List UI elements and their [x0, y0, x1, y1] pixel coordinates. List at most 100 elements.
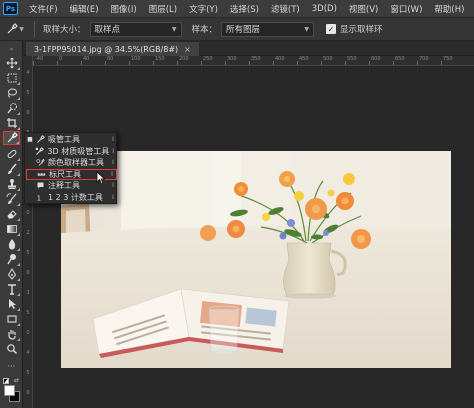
- marquee-tool[interactable]: [3, 71, 20, 85]
- menu-filter[interactable]: 滤镜(T): [265, 3, 306, 15]
- tool-preset-picker[interactable]: ▼: [4, 20, 26, 38]
- blur-tool[interactable]: [3, 237, 20, 251]
- submenu-indicator: [17, 188, 20, 191]
- ruler-tick-mark: [129, 61, 130, 65]
- sample-label: 样本：: [191, 25, 218, 35]
- foreground-color-swatch[interactable]: [4, 385, 15, 396]
- ruler-tick-mark: [441, 61, 442, 65]
- menu-file[interactable]: 文件(F): [23, 3, 64, 15]
- healing-brush-tool[interactable]: [3, 147, 20, 161]
- collapse-toolbar-icon[interactable]: »: [3, 45, 20, 53]
- document-tab-title: 3-1FPP95014.jpg @ 34.5%(RGB/8#): [34, 44, 179, 54]
- ruler-tick-label: 0: [26, 210, 30, 216]
- photoshop-logo: Ps: [3, 2, 18, 15]
- ruler-tick-mark: [369, 61, 370, 65]
- active-marker-icon: ■: [27, 136, 33, 144]
- menu-window[interactable]: 窗口(W): [384, 3, 428, 15]
- menu-type[interactable]: 文字(Y): [183, 3, 224, 15]
- document-tab[interactable]: 3-1FPP95014.jpg @ 34.5%(RGB/8#) ×: [26, 42, 199, 56]
- sample-select[interactable]: 所有图层 ▼: [221, 21, 315, 37]
- history-brush-icon: [6, 193, 16, 204]
- menu-3d[interactable]: 3D(D): [306, 4, 343, 14]
- gradient-icon: [6, 225, 17, 233]
- close-icon[interactable]: ×: [184, 45, 191, 54]
- chevron-down-icon: ▼: [171, 25, 177, 33]
- chevron-down-icon: ▼: [304, 25, 310, 33]
- submenu-indicator: [17, 203, 20, 206]
- submenu-indicator: [17, 323, 20, 326]
- type-tool[interactable]: [3, 282, 20, 296]
- sample-size-select[interactable]: 取样点 ▼: [89, 21, 182, 37]
- menu-layer[interactable]: 图层(L): [143, 3, 183, 15]
- document-canvas[interactable]: [61, 151, 451, 368]
- show-ring-checkbox[interactable]: ✓: [326, 24, 337, 34]
- submenu-indicator: [17, 263, 20, 266]
- vertical-ruler[interactable]: 45050150250350450: [23, 56, 33, 408]
- more-tools-button[interactable]: ···: [3, 359, 20, 373]
- menu-select[interactable]: 选择(S): [224, 3, 265, 15]
- menu-image[interactable]: 图像(I): [105, 3, 143, 15]
- color-sampler-icon: [34, 158, 46, 168]
- ruler-tick-mark: [273, 61, 274, 65]
- submenu-indicator: [17, 67, 20, 70]
- 3d-eyedropper-icon: [34, 146, 46, 156]
- checkmark-icon: ✓: [327, 24, 335, 34]
- ellipsis-icon: ···: [7, 361, 16, 371]
- ruler-tick-label: 4: [26, 350, 30, 356]
- clone-stamp-tool[interactable]: [3, 177, 20, 191]
- ruler-tick-label: 100: [131, 56, 141, 62]
- bandage-icon: [7, 149, 16, 159]
- menu-view[interactable]: 视图(V): [343, 3, 384, 15]
- ruler-tick-mark: [33, 61, 34, 65]
- swap-colors-icon[interactable]: ⇄: [14, 377, 19, 384]
- flyout-item-count[interactable]: 1 1 2 3 计数工具 I: [26, 192, 117, 204]
- ruler-tick-label: 0: [26, 330, 30, 336]
- brush-tool[interactable]: [3, 162, 20, 176]
- lasso-tool[interactable]: [3, 86, 20, 100]
- ruler-tick-mark: [105, 61, 106, 65]
- menu-edit[interactable]: 编辑(E): [64, 3, 105, 15]
- ruler-tick-label: 40: [83, 56, 90, 62]
- ruler-tick-label: 0: [26, 390, 30, 396]
- submenu-indicator: [17, 158, 20, 161]
- flyout-item-eyedropper[interactable]: ■ 吸管工具 I: [26, 134, 117, 146]
- menu-help[interactable]: 帮助(H): [428, 3, 470, 15]
- ruler-tick-label: 5: [26, 90, 30, 96]
- ruler-tick-mark: [345, 61, 346, 65]
- quick-select-tool[interactable]: [3, 101, 20, 115]
- ruler-tick-mark: [225, 61, 226, 65]
- hand-icon: [7, 330, 16, 340]
- ruler-tick-label: 650: [395, 56, 405, 62]
- dodge-tool[interactable]: [3, 252, 20, 266]
- submenu-indicator: [17, 248, 20, 251]
- photoshop-window: Ps 文件(F) 编辑(E) 图像(I) 图层(L) 文字(Y) 选择(S) 滤…: [0, 0, 474, 408]
- default-colors-icon[interactable]: [3, 378, 9, 384]
- rectangle-tool[interactable]: [3, 312, 20, 326]
- path-selection-tool[interactable]: [3, 297, 20, 311]
- history-brush-tool[interactable]: [3, 192, 20, 206]
- ruler-tick-label: 2: [26, 230, 30, 236]
- ruler-tick-mark: [177, 61, 178, 65]
- flyout-item-color-sampler[interactable]: 颜色取样器工具 I: [26, 157, 117, 169]
- hand-tool[interactable]: [3, 327, 20, 341]
- pen-tool[interactable]: [3, 267, 20, 281]
- submenu-indicator: [17, 338, 20, 341]
- eyedropper-icon: [7, 23, 19, 34]
- horizontal-ruler[interactable]: -40 0 40 60 100 150 200 250 300 350 400 450 500 550 60…: [33, 56, 474, 66]
- gradient-tool[interactable]: [3, 222, 20, 236]
- mouse-cursor-icon: [96, 171, 106, 185]
- crop-icon: [6, 118, 17, 128]
- ruler-tick-label: 350: [251, 56, 261, 62]
- shortcut-key: I: [112, 136, 114, 144]
- zoom-tool[interactable]: [3, 342, 20, 356]
- dodge-icon: [6, 254, 16, 265]
- crop-tool[interactable]: [3, 116, 20, 130]
- move-icon: [6, 57, 17, 69]
- move-tool[interactable]: [3, 56, 20, 70]
- eraser-tool[interactable]: [3, 207, 20, 221]
- flyout-item-3d-material-eyedropper[interactable]: 3D 材质吸管工具 I: [26, 146, 117, 158]
- eyedropper-tool[interactable]: [3, 131, 20, 145]
- ruler-tick-mark: [153, 61, 154, 65]
- chevron-down-icon: ▼: [19, 25, 24, 33]
- ruler-tick-label: 400: [275, 56, 285, 62]
